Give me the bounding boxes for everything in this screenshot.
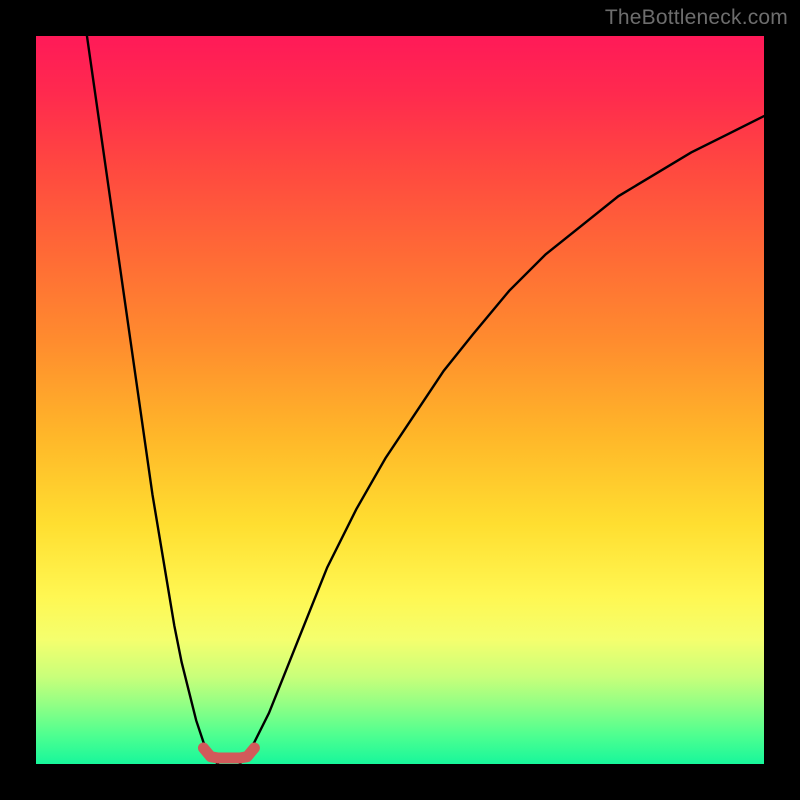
curve-left-arm: [87, 36, 218, 764]
plot-area: [36, 36, 764, 764]
chart-stage: TheBottleneck.com: [0, 0, 800, 800]
bottom-marker: [203, 748, 254, 758]
curve-right-arm: [240, 116, 764, 764]
watermark-text: TheBottleneck.com: [605, 6, 788, 30]
curve-layer: [36, 36, 764, 764]
